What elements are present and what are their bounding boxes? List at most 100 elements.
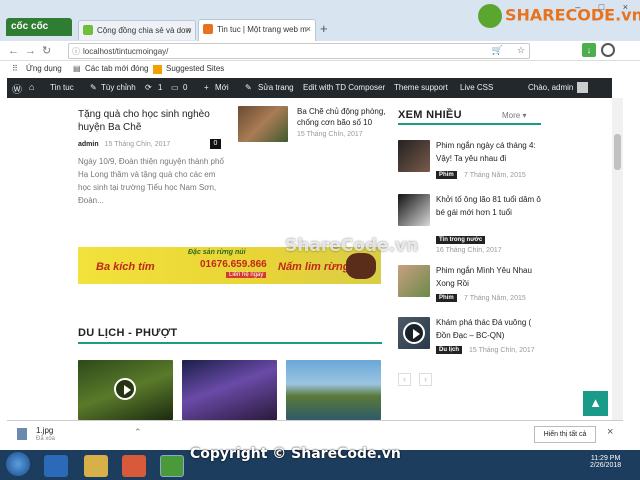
admin-td-composer[interactable]: Edit with TD Composer [303,83,385,92]
scrollbar-thumb[interactable] [614,134,621,170]
sidebar-item-badge[interactable]: Du lịch [436,346,463,354]
comment-count-badge[interactable]: 0 [210,139,221,149]
tab-tintuc[interactable]: Tin tuc | Một trang web m × [198,19,316,41]
menu-icon[interactable] [601,43,615,57]
sidebar-thumb-4[interactable] [398,317,430,349]
sidebar-item-date: 15 Tháng Chín, 2017 [469,347,535,354]
wordpress-icon[interactable]: Ⓦ [12,81,22,96]
banner-cta: Liên hệ ngay [226,272,267,278]
apps-icon[interactable]: ⠿ [12,64,18,73]
banner-top-text: Đặc sản rừng núi [188,249,246,256]
sidebar-item-badge[interactable]: Phim [436,171,457,179]
sidebar-item-title[interactable]: Phim ngắn Mình Yêu Nhau Xong Rồi [436,264,542,290]
shop-icon[interactable]: 🛒 [492,45,503,56]
sidebar-item-date: 7 Tháng Năm, 2015 [464,172,526,179]
sidebar-item-title[interactable]: Khởi tố ông lão 81 tuổi dâm ô bé gái mới… [436,193,542,219]
admin-site-name[interactable]: Tin tuc [50,83,74,92]
banner-left-text: Ba kích tím [96,261,155,273]
admin-comments-count[interactable]: 0 [183,83,187,92]
scroll-to-top-button[interactable]: ▲ [583,391,608,416]
article-title[interactable]: Tặng quà cho học sinh nghèo huyện Ba Chẽ [78,108,228,134]
overlay-watermark: ShareCode.vn [285,236,419,256]
article-author[interactable]: admin [78,141,99,148]
page-content: Tặng quà cho học sinh nghèo huyện Ba Chẽ… [7,98,612,420]
updates-icon: ⟳ [145,83,152,92]
close-tab-icon[interactable]: × [306,24,311,34]
page-icon: ▤ [73,64,81,73]
sidebar-divider [398,123,541,125]
coccoc-taskbar-icon[interactable] [160,455,184,477]
download-filename[interactable]: 1.jpg [36,426,53,435]
admin-updates-count[interactable]: 1 [158,83,162,92]
admin-new[interactable]: Mới [215,83,229,92]
sidebar-item-title[interactable]: Phim ngắn ngày cá tháng 4: Vậy! Ta yêu n… [436,139,542,165]
admin-live-css[interactable]: Live CSS [460,83,493,92]
sidebar-prev-button[interactable]: ‹ [398,373,411,386]
play-icon[interactable] [114,378,136,400]
sidebar-item-badge[interactable]: Tin trong nước [436,236,486,244]
admin-greeting[interactable]: Chào, admin [528,83,573,92]
sidebar-thumb-3[interactable] [398,265,430,297]
admin-edit-page[interactable]: Sửa trang [258,83,294,92]
window-controls[interactable]: – □ × [575,2,636,12]
download-icon[interactable]: ↓ [582,43,596,57]
sidebar-thumb-2[interactable] [398,194,430,226]
comment-icon: ▭ [171,83,179,92]
star-icon[interactable]: ☆ [517,45,525,56]
image-file-icon [17,428,27,440]
download-bar: 1.jpg Đã xóa ⌃ Hiển thị tất cả × [7,420,623,448]
folder-icon[interactable] [84,455,108,477]
banner-right-text: Nấm lim rừng [278,261,350,273]
admin-theme-support[interactable]: Theme support [394,83,448,92]
avatar[interactable] [577,82,588,93]
address-bar[interactable]: ⓘ localhost/tintucmoingay/ 🛒 ☆ [68,43,530,59]
section-divider [78,342,382,344]
sidebar-title[interactable]: XEM NHIỀU [398,109,462,121]
tab-sharecode[interactable]: Cộng đồng chia sẻ và dow × [78,20,196,40]
article-date: 15 Tháng Chín, 2017 [104,141,171,148]
play-icon[interactable] [403,322,425,344]
chevron-down-icon: ▾ [522,111,527,120]
sharecode-logo-icon [478,4,502,28]
travel-thumbnail-1[interactable] [78,360,173,420]
info-icon[interactable]: ⓘ [72,46,80,57]
new-tab-button[interactable]: + [320,21,328,36]
download-status: Đã xóa [36,436,56,442]
close-tab-icon[interactable]: × [186,25,191,35]
plus-icon: + [204,83,209,92]
banner-phone: 01676.659.866 [200,259,267,270]
media-player-icon[interactable] [122,455,146,477]
sidebar-next-button[interactable]: › [419,373,432,386]
side-article-title[interactable]: Ba Chẽ chủ động phòng, chống cơn bão số … [297,106,389,128]
wp-admin-bar: Ⓦ ⌂ Tin tuc ✎ Tùy chỉnh ⟳ 1 ▭ 0 + Mới ✎ … [7,78,612,98]
close-download-bar-button[interactable]: × [607,426,613,438]
ie-icon[interactable] [44,455,68,477]
copyright-watermark: Copyright © ShareCode.vn [190,446,401,462]
travel-thumbnail-3[interactable] [286,360,381,420]
nav-buttons[interactable]: ←→↻ [8,44,57,57]
travel-thumbnail-2[interactable] [182,360,277,420]
show-all-downloads-button[interactable]: Hiển thị tất cả [534,426,596,443]
sidebar-item-date: 16 Tháng Chín, 2017 [436,247,502,254]
sidebar-item-badge[interactable]: Phim [436,294,457,302]
admin-customize[interactable]: Tùy chỉnh [101,83,136,92]
clock[interactable]: 11:29 PM 2/26/2018 [590,455,621,469]
bookmark-apps[interactable]: Ứng dụng [26,64,62,73]
url-text: localhost/tintucmoingay/ [83,47,169,56]
sidebar-thumb-1[interactable] [398,140,430,172]
coccoc-logo[interactable]: cốc cốc [6,18,72,36]
bookmark-closed-tabs[interactable]: Các tab mới đóng [85,64,149,73]
section-title-travel[interactable]: DU LỊCH - PHƯỢT [78,327,177,339]
sidebar-item-title[interactable]: Khám phá thác Đá vuông ( Đồn Đạc – BC-QN… [436,316,542,342]
sidebar-more-link[interactable]: More ▾ [502,111,526,120]
side-article-thumbnail[interactable] [238,106,288,142]
home-icon: ⌂ [29,82,35,92]
bing-icon [153,65,162,74]
bookmark-suggested[interactable]: Suggested Sites [166,64,224,73]
site-favicon-icon [203,24,213,34]
chevron-up-icon[interactable]: ⌃ [134,427,142,438]
mushroom-image [346,253,376,279]
pencil-icon: ✎ [245,83,252,92]
article-excerpt: Ngày 10/9, Đoàn thiện nguyện thành phố H… [78,157,224,205]
start-button[interactable] [6,452,30,476]
